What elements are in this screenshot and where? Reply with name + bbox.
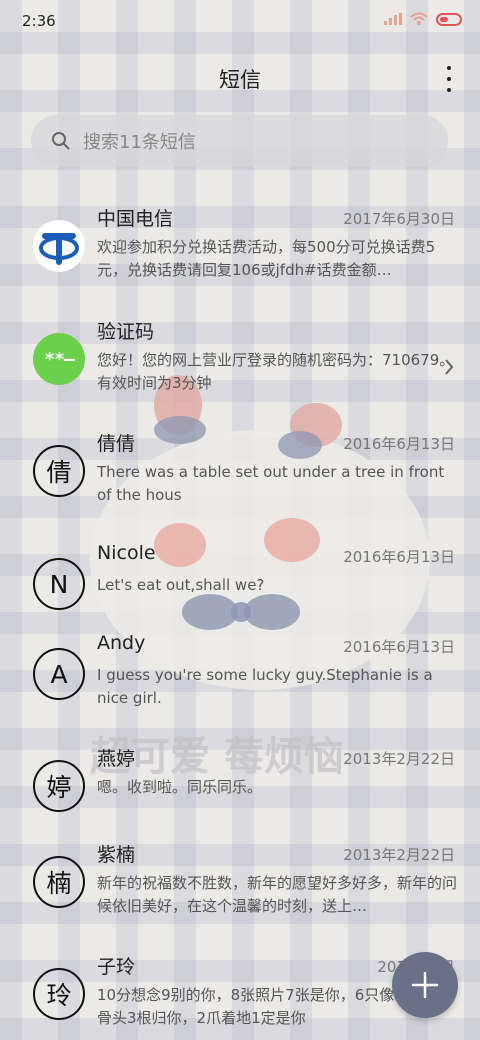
avatar: 楠 (33, 856, 85, 908)
message-preview: 您好！您的网上营业厅登录的随机密码为：710679。有效时间为3分钟 (97, 351, 455, 392)
message-date: 2013年2月22日 (343, 750, 455, 768)
avatar: N (33, 558, 85, 610)
message-preview: There was a table set out under a tree i… (97, 463, 445, 504)
avatar: 玲 (33, 968, 85, 1020)
message-preview: 新年的祝福数不胜数，新年的愿望好多好多，新年的问候依旧美好，在这个温馨的时刻，送… (97, 874, 457, 915)
sender-name: 燕婷 (97, 748, 136, 770)
search-icon (52, 131, 70, 150)
message-date: 2017年6月30日 (343, 210, 455, 228)
avatar: 婷 (33, 760, 85, 812)
message-date: 2016年6月13日 (343, 638, 455, 656)
message-item-zinan[interactable]: 楠 紫楠 2013年2月22日 新年的祝福数不胜数，新年的愿望好多好多，新年的问… (0, 826, 480, 926)
chevron-right-icon[interactable] (444, 358, 454, 376)
search-input[interactable]: 搜索11条短信 (31, 115, 448, 166)
sender-name: 紫楠 (97, 844, 136, 866)
avatar: A (33, 648, 85, 700)
message-item-china-telecom[interactable]: 中国电信 2017年6月30日 欢迎参加积分兑换话费活动，每500分可兑换话费5… (0, 190, 480, 290)
avatar: 倩 (33, 445, 85, 497)
sender-name: 中国电信 (97, 208, 174, 230)
status-icons (384, 12, 462, 26)
sender-name: 验证码 (97, 321, 155, 343)
message-preview: I guess you're some lucky guy.Stephanie … (97, 666, 433, 707)
message-item-yanting[interactable]: 婷 燕婷 2013年2月22日 嗯。收到啦。同乐同乐。 (0, 730, 480, 830)
message-item-verification[interactable]: **– 验证码 您好！您的网上营业厅登录的随机密码为：710679。有效时间为3… (0, 303, 480, 403)
message-date: 2016年6月13日 (343, 548, 455, 566)
message-date: 2013年2月22日 (343, 846, 455, 864)
message-item-qianqian[interactable]: 倩 倩倩 2016年6月13日 There was a table set ou… (0, 415, 480, 515)
message-date: 2016年6月13日 (343, 435, 455, 453)
wifi-icon (410, 12, 428, 25)
new-message-button[interactable] (392, 952, 458, 1018)
china-telecom-logo-icon (33, 220, 85, 272)
message-item-andy[interactable]: A Andy 2016年6月13日 I guess you're some lu… (0, 618, 480, 718)
message-preview: 欢迎参加积分兑换话费活动，每500分可兑换话费5元，兑换话费请回复106或jfd… (97, 238, 436, 279)
verification-avatar: **– (33, 333, 85, 385)
plus-icon (411, 971, 439, 999)
status-time: 2:36 (22, 12, 56, 30)
page-title: 短信 (219, 68, 261, 92)
message-preview: Let's eat out,shall we? (97, 576, 265, 594)
status-bar: 2:36 (0, 0, 480, 42)
sender-name: Nicole (97, 542, 156, 564)
battery-icon (436, 12, 462, 26)
more-options-icon[interactable] (442, 66, 456, 92)
sender-name: Andy (97, 632, 146, 654)
message-item-nicole[interactable]: N Nicole 2016年6月13日 Let's eat out,shall … (0, 528, 480, 628)
sender-name: 倩倩 (97, 433, 136, 455)
search-placeholder: 搜索11条短信 (83, 131, 196, 153)
sender-name: 子玲 (97, 956, 136, 978)
message-preview: 嗯。收到啦。同乐同乐。 (97, 778, 263, 796)
signal-icon (384, 13, 402, 25)
